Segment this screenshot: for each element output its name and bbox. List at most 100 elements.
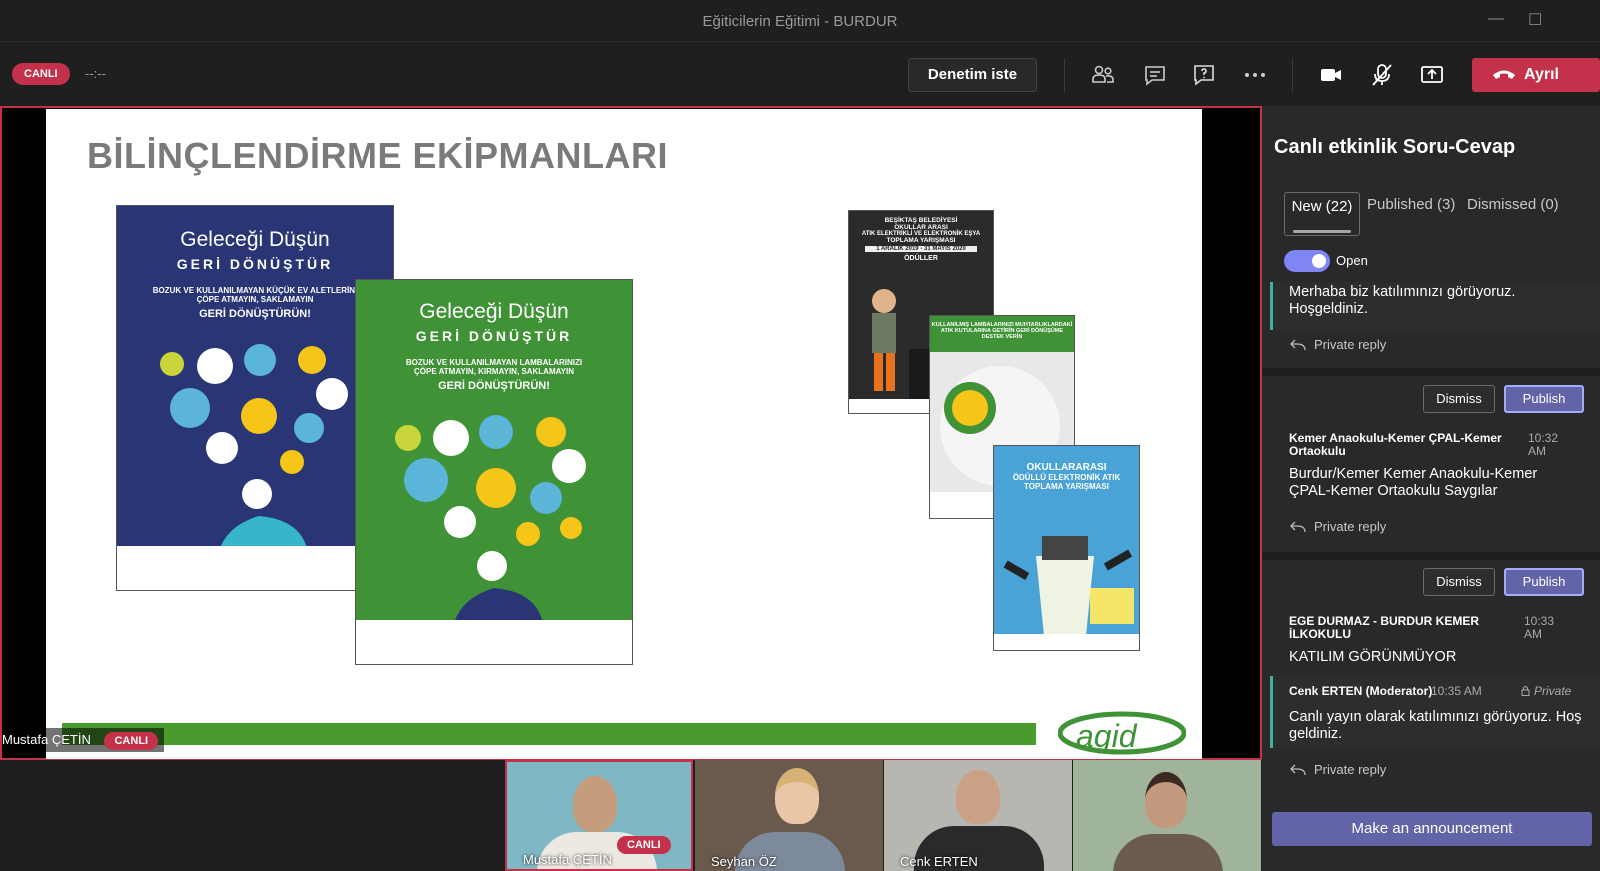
dismiss-button[interactable]: Dismiss [1423,568,1495,596]
poster-lamps: Geleceği Düşün GERİ DÖNÜŞTÜR BOZUK VE KU… [355,279,633,665]
open-toggle[interactable] [1284,250,1330,272]
participant-tile[interactable]: Cenk ERTEN [884,760,1072,871]
participant-tile[interactable]: Seyhan ÖZ [695,760,883,871]
question-time: 10:32 AM [1528,431,1559,458]
poster-text: OKULLARARASI [1026,462,1107,473]
window-titlebar: Eğiticilerin Eğitimi - BURDUR — ☐ [0,0,1600,42]
lock-icon [1521,686,1530,696]
presentation-stage: BİLİNÇLENDİRME EKİPMANLARI Geleceği Düşü… [0,106,1262,760]
question-text: Burdur/Kemer Kemer Anaokulu-Kemer ÇPAL-K… [1289,466,1538,499]
participant-face [573,776,617,832]
poster-text: BOZUK VE KULLANILMAYAN LAMBALARINIZI [405,358,583,367]
tab-new[interactable]: New (22) [1284,192,1360,236]
private-reply-label: Private reply [1314,519,1387,534]
question-text: KATILIM GÖRÜNMÜYOR [1289,649,1457,665]
dismiss-button[interactable]: Dismiss [1423,385,1495,413]
toolbar-divider [1064,58,1065,92]
question-sender: Kemer Anaokulu-Kemer ÇPAL-Kemer Ortaokul… [1289,431,1502,458]
leave-label: Ayrıl [1524,66,1559,83]
presenter-name: Mustafa ÇETİN [2,732,91,747]
moderator-reply-text: Canlı yayın olarak katılımınızı görüyoru… [1289,709,1582,742]
private-reply-label: Private reply [1314,762,1387,777]
presenter-live-badge: CANLI [104,732,159,750]
private-reply-link[interactable]: Private reply [1290,762,1386,777]
leave-button[interactable]: Ayrıl [1472,58,1600,92]
poster-text: DESTEK VERİN [981,334,1023,340]
moderator-name: Cenk ERTEN (Moderator) [1289,684,1433,698]
hangup-icon [1493,70,1515,79]
make-announcement-button[interactable]: Make an announcement [1272,812,1592,846]
poster-footer [994,634,1139,650]
participant-name: Seyhan ÖZ [711,854,777,869]
participant-face [1145,772,1187,828]
maximize-button[interactable]: ☐ [1528,10,1542,30]
more-icon[interactable] [1242,62,1268,88]
private-reply-link[interactable]: Private reply [1290,519,1386,534]
qna-icon[interactable] [1191,62,1217,88]
poster-footer [117,546,393,590]
poster-header: KULLANILMIŞ LAMBALARINIZI MUHTARLIKLARDA… [930,316,1074,352]
share-icon[interactable] [1419,62,1445,88]
poster-small-appliances: Geleceği Düşün GERİ DÖNÜŞTÜR BOZUK VE KU… [116,205,394,591]
publish-button[interactable]: Publish [1504,385,1584,413]
participants-icon[interactable] [1090,62,1116,88]
poster-subheading: GERİ DÖNÜŞTÜR [176,256,334,272]
panel-title: Canlı etkinlik Soru-Cevap [1274,136,1516,158]
agid-logo: agid [1058,711,1186,755]
poster-text: ÖDÜLLÜ ELEKTRONİK ATIK [1012,473,1121,482]
window-title: Eğiticilerin Eğitimi - BURDUR [702,13,898,30]
poster-text: TOPLAMA YARIŞMASI [1024,482,1109,491]
participant-live-badge: CANLI [617,836,671,854]
slide-accent-bar [62,723,1036,745]
meeting-timer: --:-- [85,66,106,81]
participant-face [775,768,819,824]
shared-slide: BİLİNÇLENDİRME EKİPMANLARI Geleceği Düşü… [46,109,1202,759]
question-sender: EGE DURMAZ - BURDUR KEMER İLKOKULU [1289,614,1479,641]
tab-published[interactable]: Published (3) [1367,196,1455,213]
tab-dismissed[interactable]: Dismissed (0) [1467,196,1559,213]
moderator-time: 10:35 AM [1431,684,1482,698]
participant-name: Cenk ERTEN [900,854,978,869]
private-reply-link[interactable]: Private reply [1290,337,1386,352]
poster-heading: Geleceği Düşün [419,300,569,323]
participant-thumbnails: Mustafa ÇETİN CANLI Seyhan ÖZ Cenk ERTEN [0,760,1262,871]
slide-title: BİLİNÇLENDİRME EKİPMANLARI [87,135,668,176]
reply-arrow-icon [1290,764,1306,776]
question-divider [1262,368,1600,376]
moderator-reply-card: Cenk ERTEN (Moderator) 10:35 AM Private … [1270,676,1600,748]
poster-text: BEŞİKTAŞ BELEDİYESİ [884,217,958,224]
question-divider [1262,552,1600,560]
request-control-button[interactable]: Denetim iste [908,58,1037,92]
open-toggle-label: Open [1336,253,1368,268]
chat-icon[interactable] [1142,62,1168,88]
poster-text: ÖDÜLLER [904,255,938,262]
poster-text: TOPLAMA YARIŞMASI [886,237,956,244]
poster-footer [356,620,632,664]
participant-tile[interactable] [1073,760,1261,871]
camera-icon[interactable] [1318,62,1344,88]
ewaste-bin-photo [1003,536,1134,636]
participant-name: Mustafa ÇETİN [523,852,612,867]
poster-text: ÇÖPE ATMAYIN, SAKLAMAYIN [196,295,314,304]
publish-button[interactable]: Publish [1504,568,1584,596]
lamp-tree-graphic [395,415,586,628]
private-reply-label: Private reply [1314,337,1387,352]
private-tag-label: Private [1534,684,1572,698]
presenter-name-tag: Mustafa ÇETİN CANLI [2,728,165,752]
toolbar-divider [1292,58,1293,92]
mic-off-icon[interactable] [1369,62,1395,88]
reply-arrow-icon [1290,339,1306,351]
reply-arrow-icon [1290,521,1306,533]
private-tag: Private [1521,685,1571,698]
poster-heading: Geleceği Düşün [180,228,330,251]
participant-body [1113,834,1223,871]
poster-text: GERİ DÖNÜŞTÜRÜN! [199,308,311,320]
appliance-tree-graphic [160,344,348,556]
question-time: 10:33 AM [1524,614,1555,641]
minimize-button[interactable]: — [1488,10,1504,28]
poster-text: OKULLAR ARASI [894,224,948,231]
participant-tile[interactable]: Mustafa ÇETİN CANLI [505,760,693,871]
poster-text: BOZUK VE KULLANILMAYAN KÜÇÜK EV ALETLERİ… [152,286,358,295]
agid-logo-text: agid [1076,718,1138,754]
question-card: Merhaba biz katılımınızı görüyoruz. Hoşg… [1270,282,1600,330]
